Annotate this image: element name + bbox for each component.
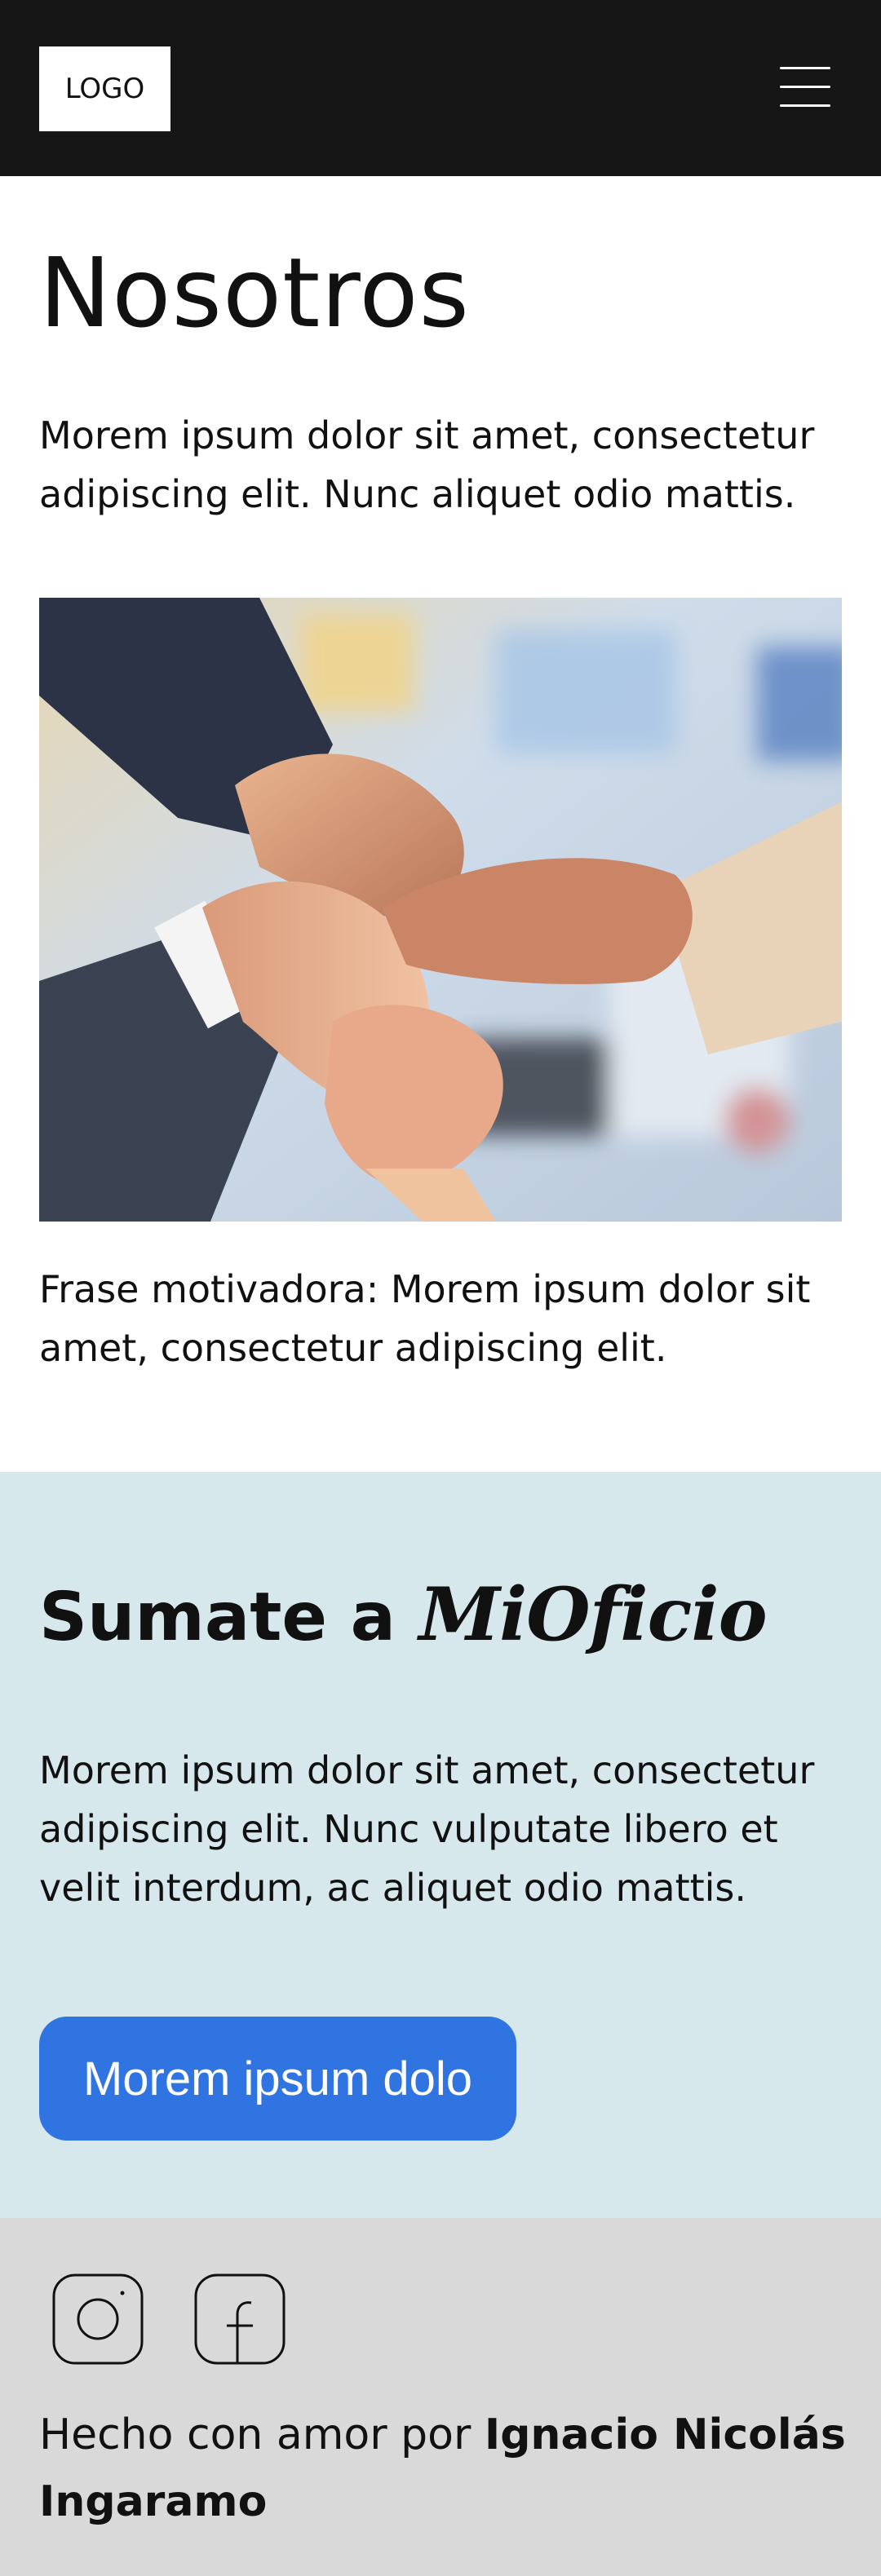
- brand-name: MiOficio: [418, 1571, 767, 1658]
- motivational-quote: Frase motivadora: Morem ipsum dolor sit …: [39, 1267, 811, 1370]
- join-section: Sumate a MiOficio Morem ipsum dolor sit …: [0, 1472, 881, 2218]
- site-footer: Hecho con amor por Ignacio Nicolás Ingar…: [0, 2218, 881, 2576]
- site-header: LOGO: [0, 0, 881, 176]
- join-title: Sumate a MiOficio: [39, 1578, 768, 1651]
- page-title: Nosotros: [39, 236, 470, 349]
- footer-credit: Hecho con amor por Ignacio Nicolás Ingar…: [39, 2401, 855, 2535]
- hamburger-menu-icon[interactable]: [780, 65, 832, 111]
- instagram-icon[interactable]: [51, 2272, 145, 2366]
- menu-line: [780, 67, 830, 69]
- menu-line: [780, 104, 830, 107]
- join-button[interactable]: Morem ipsum dolo: [39, 2017, 516, 2141]
- credit-prefix: Hecho con amor por: [39, 2410, 471, 2459]
- logo[interactable]: LOGO: [39, 46, 170, 131]
- intro-text: Morem ipsum dolor sit amet, consectetur …: [39, 413, 815, 516]
- join-title-prefix: Sumate a: [39, 1579, 396, 1656]
- join-text: Morem ipsum dolor sit amet, consectetur …: [39, 1748, 815, 1910]
- menu-line: [780, 86, 830, 88]
- facebook-icon[interactable]: [193, 2272, 287, 2366]
- team-hands-photo: [39, 598, 842, 1222]
